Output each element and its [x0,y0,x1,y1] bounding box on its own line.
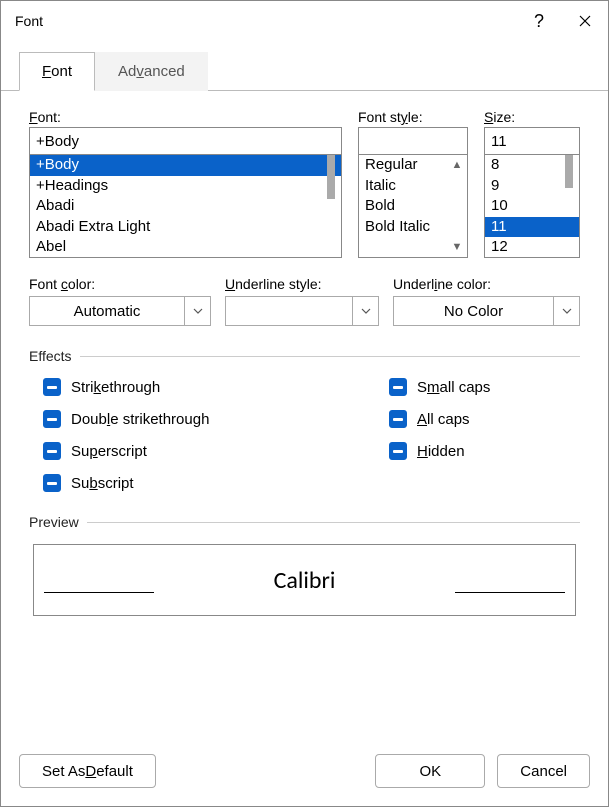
font-style-label: Font style: [358,109,468,125]
preview-text: Calibri [274,566,336,595]
font-list-item[interactable]: +Headings [30,176,341,197]
preview-box: Calibri [33,544,576,616]
font-selection-row: Font: +Body +Headings Abadi Abadi Extra … [29,109,580,258]
font-color-value: Automatic [30,297,184,325]
tab-advanced[interactable]: Advanced [95,52,208,91]
font-listbox[interactable]: +Body +Headings Abadi Abadi Extra Light … [29,154,342,258]
checkbox-icon [389,410,407,428]
checkbox-icon [389,442,407,460]
font-label: Font: [29,109,342,125]
scrollbar-thumb[interactable] [565,154,573,188]
preview-line [455,592,565,593]
hidden-checkbox[interactable]: Hidden [389,442,490,460]
checkbox-icon [43,474,61,492]
underline-style-label: Underline style: [225,276,379,292]
dialog-title: Font [15,13,516,29]
underline-color-value: No Color [394,297,553,325]
close-icon [579,15,591,27]
all-caps-checkbox[interactable]: All caps [389,410,490,428]
font-list-item[interactable]: Abadi [30,196,341,217]
font-dialog: Font ? Font Advanced Font: +Body +Headin… [0,0,609,807]
checkbox-icon [43,378,61,396]
tab-font[interactable]: Font [19,52,95,91]
checkbox-icon [389,378,407,396]
chevron-down-icon[interactable] [184,297,210,325]
chevron-down-icon[interactable] [352,297,378,325]
checkbox-icon [43,442,61,460]
size-scrollbar[interactable] [561,157,577,255]
font-list-item[interactable]: Abadi Extra Light [30,217,341,238]
dialog-body: Font: +Body +Headings Abadi Abadi Extra … [1,90,608,740]
checkbox-icon [43,410,61,428]
font-style-listbox[interactable]: Regular Italic Bold Bold Italic ▲ ▼ [358,154,468,258]
font-color-label: Font color: [29,276,211,292]
close-button[interactable] [562,1,608,41]
size-label: Size: [484,109,580,125]
dialog-footer: Set As Default OK Cancel [1,740,608,806]
underline-color-label: Underline color: [393,276,580,292]
preview-label: Preview [29,514,79,530]
underline-color-combo[interactable]: No Color [393,296,580,326]
help-button[interactable]: ? [516,1,562,41]
tab-strip: Font Advanced [1,41,608,91]
preview-line [44,592,154,593]
scrollbar-thumb[interactable] [327,154,335,199]
divider [80,356,580,357]
size-listbox[interactable]: 8 9 10 11 12 [484,154,580,258]
font-style-input[interactable] [358,127,468,155]
small-caps-checkbox[interactable]: Small caps [389,378,490,396]
chevron-down-icon[interactable] [553,297,579,325]
divider [87,522,580,523]
font-list-item[interactable]: Abel [30,237,341,258]
cancel-button[interactable]: Cancel [497,754,590,788]
preview-group: Preview Calibri [29,514,580,616]
font-color-combo[interactable]: Automatic [29,296,211,326]
scroll-down-icon[interactable]: ▼ [449,239,465,255]
style-scrollbar[interactable]: ▲ ▼ [449,157,465,255]
effects-label: Effects [29,348,72,364]
strikethrough-checkbox[interactable]: Strikethrough [43,378,389,396]
scroll-up-icon[interactable]: ▲ [449,157,465,173]
color-underline-row: Font color: Automatic Underline style: U… [29,276,580,326]
set-as-default-button[interactable]: Set As Default [19,754,156,788]
font-input[interactable] [29,127,342,155]
superscript-checkbox[interactable]: Superscript [43,442,389,460]
double-strikethrough-checkbox[interactable]: Double strikethrough [43,410,389,428]
underline-style-value [226,297,352,325]
ok-button[interactable]: OK [375,754,485,788]
title-bar: Font ? [1,1,608,41]
size-input[interactable] [484,127,580,155]
underline-style-combo[interactable] [225,296,379,326]
font-list-item[interactable]: +Body [30,155,341,176]
font-scrollbar[interactable] [323,157,339,255]
effects-group: Effects Strikethrough Double strikethrou… [29,348,580,492]
subscript-checkbox[interactable]: Subscript [43,474,389,492]
